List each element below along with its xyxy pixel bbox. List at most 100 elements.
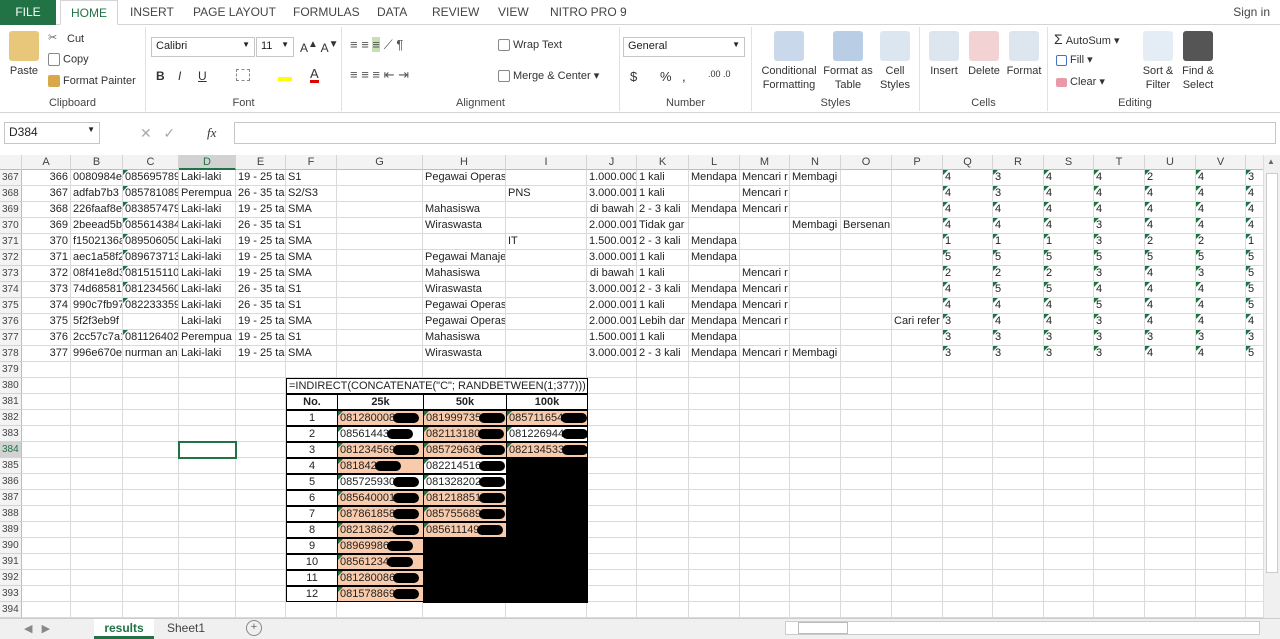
cell[interactable] (740, 362, 790, 378)
column-header-C[interactable]: C (123, 155, 179, 170)
cell[interactable] (71, 522, 123, 538)
cell[interactable] (22, 490, 71, 506)
cell[interactable]: Mendapa (689, 250, 740, 266)
cell[interactable] (637, 442, 689, 458)
cell[interactable]: 4 (1094, 186, 1145, 202)
cell[interactable] (637, 426, 689, 442)
cell[interactable] (689, 378, 740, 394)
cell[interactable] (587, 458, 637, 474)
cell[interactable]: aec1a58f2 (71, 250, 123, 266)
row-header[interactable]: 387 (0, 490, 22, 506)
cell[interactable]: 4 (993, 202, 1044, 218)
cell[interactable]: 5f2f3eb9f (71, 314, 123, 330)
cell[interactable] (892, 170, 943, 186)
cell[interactable]: 4 (1145, 218, 1196, 234)
cell[interactable] (943, 554, 993, 570)
cell[interactable] (943, 458, 993, 474)
cell[interactable] (1246, 426, 1263, 442)
cell[interactable]: 5 (993, 282, 1044, 298)
cell[interactable] (689, 362, 740, 378)
cell[interactable] (892, 330, 943, 346)
phone-number-cell[interactable]: 085711654 (506, 410, 588, 426)
cell[interactable] (841, 314, 892, 330)
cell[interactable] (22, 474, 71, 490)
cell[interactable] (1196, 506, 1246, 522)
cell[interactable] (337, 250, 423, 266)
cell[interactable]: Mencari r (740, 266, 790, 282)
cell[interactable] (841, 442, 892, 458)
cell[interactable]: 2beead5b (71, 218, 123, 234)
cell[interactable] (841, 426, 892, 442)
cell[interactable] (1044, 442, 1094, 458)
cell[interactable]: PNS (506, 186, 587, 202)
cell[interactable] (587, 554, 637, 570)
cell[interactable] (1094, 506, 1145, 522)
percent-button[interactable]: % (660, 69, 672, 84)
cell[interactable] (1094, 442, 1145, 458)
cell[interactable] (587, 490, 637, 506)
format-button[interactable]: Format (1004, 31, 1044, 78)
cell[interactable]: Pegawai Operas (423, 298, 506, 314)
column-header-G[interactable]: G (337, 155, 423, 170)
cell[interactable] (1094, 554, 1145, 570)
cell[interactable] (1044, 362, 1094, 378)
cell[interactable] (1044, 538, 1094, 554)
cell[interactable]: 3 (1246, 330, 1263, 346)
cell[interactable] (1094, 378, 1145, 394)
cell[interactable] (587, 570, 637, 586)
cell[interactable]: 5 (1044, 250, 1094, 266)
cell[interactable] (506, 250, 587, 266)
cell[interactable] (790, 442, 841, 458)
cell[interactable] (1196, 602, 1246, 618)
cell[interactable]: 3.000.001 (587, 282, 637, 298)
phone-number-cell[interactable]: 081218851 (423, 490, 507, 506)
cell[interactable] (892, 218, 943, 234)
phone-number-cell[interactable]: 085755689 (423, 506, 507, 522)
cell[interactable] (179, 394, 236, 410)
cell[interactable] (71, 506, 123, 522)
paste-button[interactable]: Paste (6, 31, 42, 78)
cell[interactable] (123, 378, 179, 394)
cell[interactable]: 5 (1246, 298, 1263, 314)
cell[interactable]: 2cc57c7a1 (71, 330, 123, 346)
cell[interactable] (1145, 442, 1196, 458)
cell[interactable] (22, 538, 71, 554)
cell[interactable] (892, 490, 943, 506)
cell[interactable]: 1 kali (637, 266, 689, 282)
cell[interactable]: 3 (993, 186, 1044, 202)
insert-button[interactable]: Insert (924, 31, 964, 78)
column-header-P[interactable]: P (892, 155, 943, 170)
cell[interactable] (22, 442, 71, 458)
cell[interactable] (1044, 570, 1094, 586)
cell[interactable]: 1 (993, 234, 1044, 250)
sheet-nav-arrows[interactable]: ◀ ▶ (24, 622, 50, 635)
cell[interactable] (236, 378, 286, 394)
cell[interactable] (337, 314, 423, 330)
cell[interactable] (892, 186, 943, 202)
cell[interactable] (993, 394, 1044, 410)
column-header-Q[interactable]: Q (943, 155, 993, 170)
cell[interactable]: 373 (22, 282, 71, 298)
cell[interactable]: Laki-laki (179, 234, 236, 250)
cell[interactable] (637, 458, 689, 474)
row-header[interactable]: 368 (0, 186, 22, 202)
cell[interactable]: 3 (1094, 346, 1145, 362)
cell[interactable] (841, 410, 892, 426)
cell[interactable] (993, 442, 1044, 458)
phone-number-cell[interactable]: 085729636 (423, 442, 507, 458)
cell[interactable] (1094, 522, 1145, 538)
cell[interactable]: 2 - 3 kali (637, 202, 689, 218)
cell[interactable] (740, 410, 790, 426)
column-header-S[interactable]: S (1044, 155, 1094, 170)
phone-number-cell[interactable]: 08561234 (337, 554, 424, 570)
cell[interactable] (587, 394, 637, 410)
cell[interactable]: 4 (1145, 314, 1196, 330)
cell[interactable] (1145, 554, 1196, 570)
cell[interactable]: 3 (1196, 330, 1246, 346)
cell[interactable] (71, 426, 123, 442)
cell[interactable] (123, 410, 179, 426)
sheet-tab-sheet1[interactable]: Sheet1 (158, 619, 214, 639)
cell[interactable] (179, 570, 236, 586)
cell[interactable] (587, 538, 637, 554)
cell[interactable]: 2 (1196, 234, 1246, 250)
